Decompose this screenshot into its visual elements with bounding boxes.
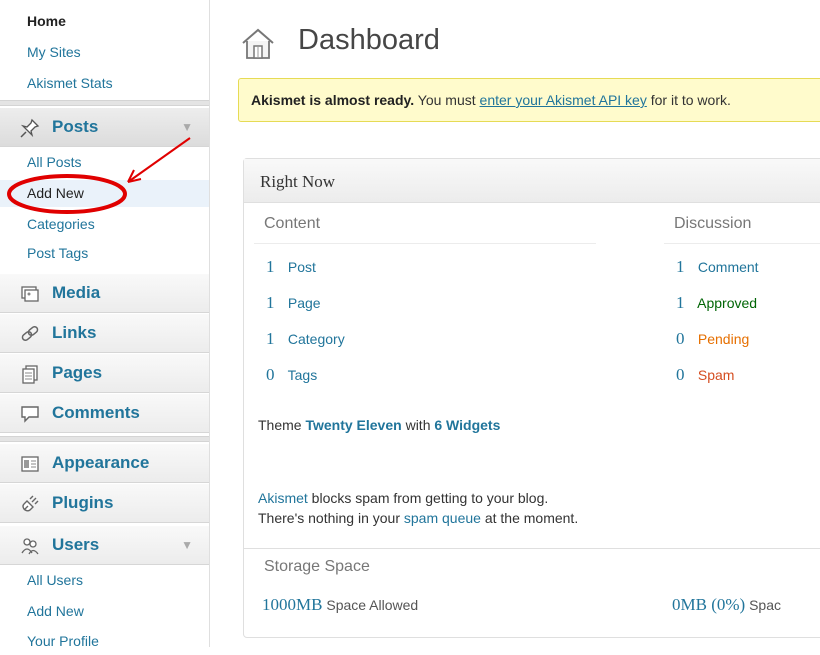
- spam-label: Spam: [697, 367, 735, 383]
- notice-text: You must: [414, 92, 480, 108]
- storage-allowed-value: 1000MB: [262, 595, 323, 614]
- collapse-arrow-icon[interactable]: ▼: [181, 108, 193, 146]
- menu-home[interactable]: Home: [0, 8, 209, 35]
- discussion-row-spam[interactable]: 0 Spam: [676, 365, 734, 385]
- category-count: 1: [266, 329, 275, 348]
- discussion-heading: Discussion: [674, 215, 752, 232]
- divider: [244, 548, 820, 549]
- menu-users-label: Users: [52, 535, 100, 554]
- storage-allowed[interactable]: 1000MB Space Allowed: [262, 595, 418, 615]
- menu-pages[interactable]: Pages: [0, 353, 209, 393]
- pages-icon: [22, 365, 38, 384]
- menu-comments[interactable]: Comments: [0, 393, 209, 433]
- akismet-text2: There's nothing in your: [258, 510, 404, 526]
- plug-icon: [22, 495, 39, 512]
- right-now-title[interactable]: Right Now: [244, 159, 820, 203]
- widgets-link[interactable]: 6 Widgets: [434, 417, 500, 433]
- content-row-tags[interactable]: 0 Tags: [266, 365, 317, 385]
- submenu-all-posts[interactable]: All Posts: [0, 149, 209, 176]
- discussion-row-approved[interactable]: 1 Approved: [676, 293, 757, 313]
- comment-bubble-icon: [21, 406, 39, 423]
- content-row-pages[interactable]: 1 Page: [266, 293, 321, 313]
- menu-users[interactable]: Users ▼: [0, 525, 209, 565]
- menu-links-label: Links: [52, 323, 97, 342]
- akismet-text3: at the moment.: [480, 510, 579, 526]
- menu-appearance[interactable]: Appearance: [0, 443, 209, 483]
- pushpin-icon: [20, 118, 40, 138]
- menu-plugins[interactable]: Plugins: [0, 483, 209, 523]
- pending-label: Pending: [697, 331, 750, 347]
- content-row-posts[interactable]: 1 Post: [266, 257, 316, 277]
- menu-media-label: Media: [52, 283, 101, 302]
- submenu-all-users[interactable]: All Users: [0, 567, 209, 594]
- theme-info: Theme Twenty Eleven with 6 Widgets: [258, 417, 500, 433]
- menu-appearance-label: Appearance: [52, 453, 150, 472]
- right-now-widget: Right Now Content Discussion 1 Post 1 Pa…: [243, 158, 820, 638]
- theme-name-link[interactable]: Twenty Eleven: [305, 417, 401, 433]
- content-heading: Content: [264, 215, 321, 232]
- storage-used[interactable]: 0MB (0%) Spac: [672, 595, 781, 615]
- menu-akismet-stats[interactable]: Akismet Stats: [0, 70, 209, 97]
- content-row-categories[interactable]: 1 Category: [266, 329, 345, 349]
- spam-queue-link[interactable]: spam queue: [404, 510, 481, 526]
- pending-count: 0: [676, 329, 685, 348]
- submenu-post-tags[interactable]: Post Tags: [0, 240, 209, 267]
- approved-count: 1: [676, 293, 685, 312]
- theme-mid: with: [401, 417, 435, 433]
- akismet-api-key-link[interactable]: enter your Akismet API key: [480, 92, 647, 108]
- approved-label: Approved: [697, 295, 758, 311]
- submenu-categories[interactable]: Categories: [0, 211, 209, 238]
- post-label: Post: [287, 259, 316, 275]
- page-title: Dashboard: [298, 24, 440, 56]
- akismet-status-line2: There's nothing in your spam queue at th…: [258, 510, 578, 526]
- menu-comments-label: Comments: [52, 403, 140, 422]
- discussion-row-comments[interactable]: 1 Comment: [676, 257, 759, 277]
- spam-count: 0: [676, 365, 685, 384]
- menu-separator: [0, 436, 209, 442]
- page-label: Page: [287, 295, 321, 311]
- menu-pages-label: Pages: [52, 363, 103, 382]
- discussion-row-pending[interactable]: 0 Pending: [676, 329, 749, 349]
- media-icon: [21, 286, 39, 302]
- storage-allowed-label: Space Allowed: [326, 597, 419, 613]
- appearance-icon: [21, 456, 39, 472]
- akismet-status-line1: Akismet blocks spam from getting to your…: [258, 490, 548, 506]
- theme-prefix: Theme: [258, 417, 306, 433]
- storage-used-label: Spac: [749, 597, 782, 613]
- submenu-add-new-post[interactable]: Add New: [0, 180, 209, 207]
- house-icon: [242, 28, 274, 59]
- admin-sidebar: Home My Sites Akismet Stats Posts ▼ All …: [0, 0, 210, 649]
- chain-link-icon: [21, 325, 39, 342]
- menu-my-sites[interactable]: My Sites: [0, 39, 209, 66]
- menu-posts-label: Posts: [52, 117, 99, 136]
- notice-bold-text: Akismet is almost ready.: [251, 92, 415, 108]
- category-label: Category: [287, 331, 345, 347]
- notice-text-end: for it to work.: [646, 92, 731, 108]
- divider: [664, 243, 820, 244]
- tag-label: Tags: [287, 367, 318, 383]
- comment-count: 1: [676, 257, 685, 276]
- menu-media[interactable]: Media: [0, 273, 209, 313]
- menu-plugins-label: Plugins: [52, 493, 114, 512]
- menu-separator: [0, 100, 209, 106]
- divider: [254, 243, 596, 244]
- post-count: 1: [266, 257, 275, 276]
- users-icon: [21, 538, 39, 555]
- submenu-your-profile[interactable]: Your Profile: [0, 628, 209, 655]
- submenu-add-new-user[interactable]: Add New: [0, 598, 209, 625]
- storage-used-value: 0MB (0%): [672, 595, 746, 614]
- comment-label: Comment: [697, 259, 759, 275]
- collapse-arrow-icon[interactable]: ▼: [181, 526, 193, 564]
- menu-links[interactable]: Links: [0, 313, 209, 353]
- page-count: 1: [266, 293, 275, 312]
- menu-posts[interactable]: Posts ▼: [0, 107, 209, 147]
- akismet-text1: blocks spam from getting to your blog.: [307, 490, 549, 506]
- akismet-notice: Akismet is almost ready. You must enter …: [238, 78, 820, 122]
- tag-count: 0: [266, 365, 275, 384]
- akismet-link[interactable]: Akismet: [258, 490, 308, 506]
- storage-heading: Storage Space: [264, 558, 370, 575]
